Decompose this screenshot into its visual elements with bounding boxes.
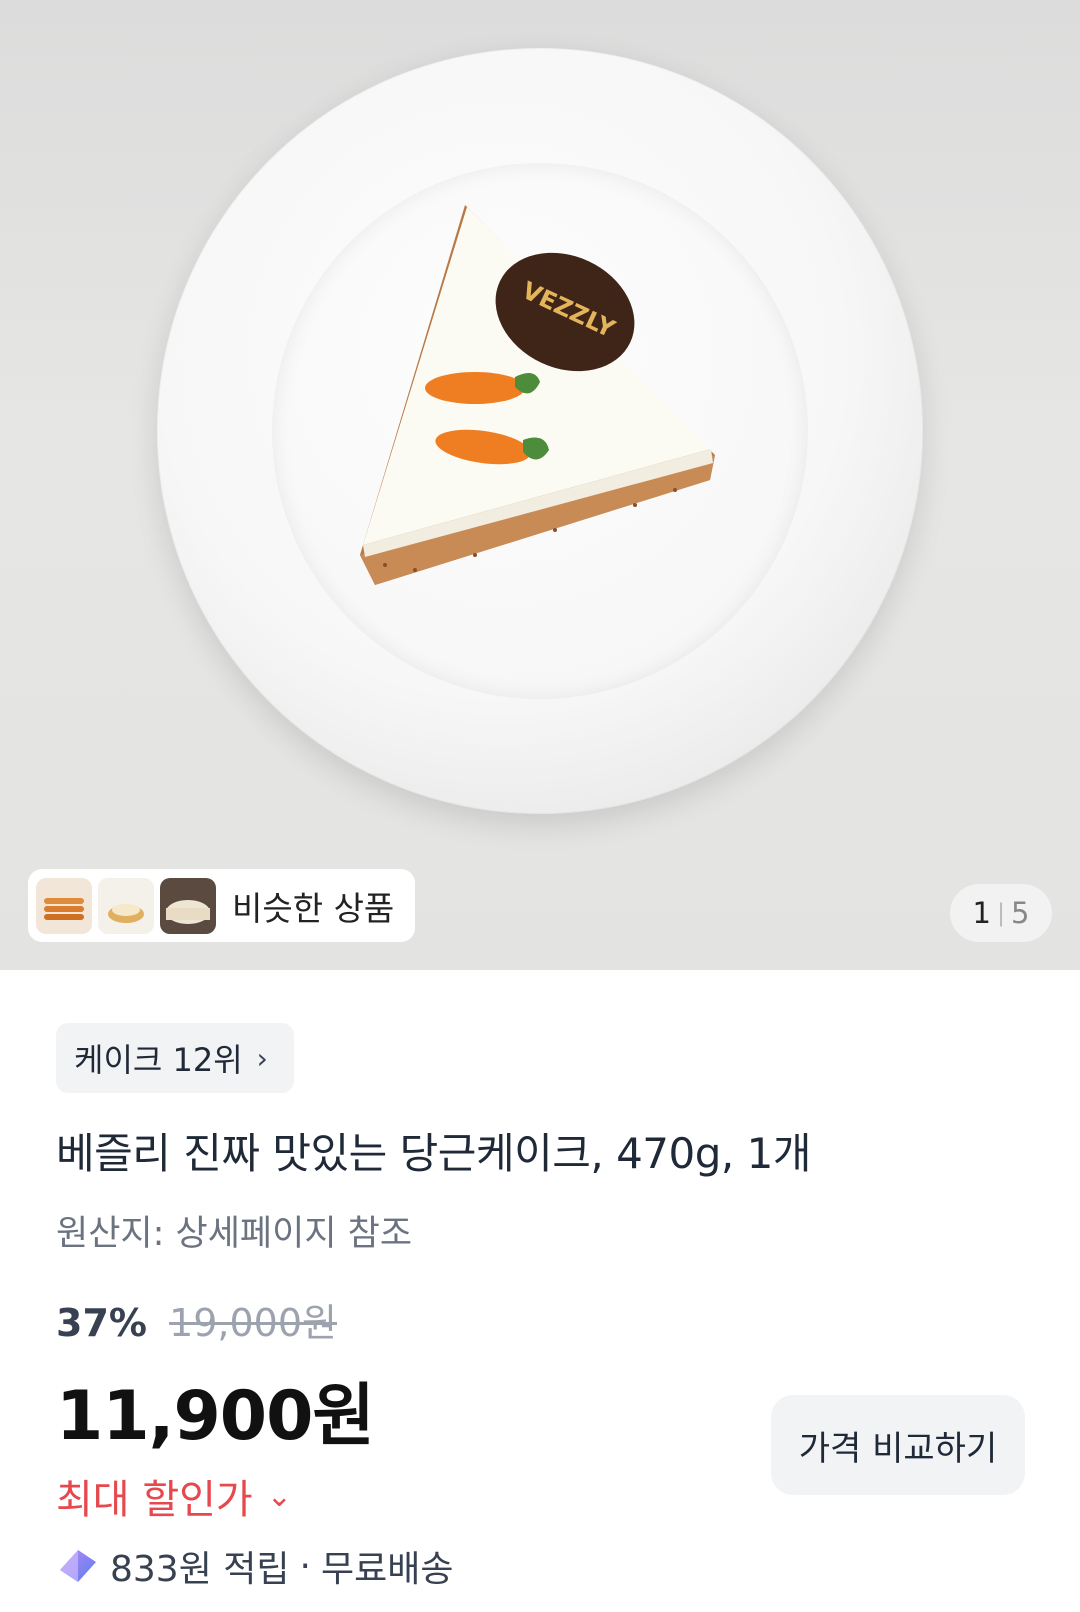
similar-thumb-3: [160, 877, 216, 934]
discount-row: 37% 19,000원: [56, 1292, 337, 1347]
image-counter: 1 | 5: [950, 884, 1052, 942]
reward-gem-icon: [60, 1550, 96, 1582]
original-price: 19,000원: [169, 1301, 337, 1345]
max-discount-toggle[interactable]: 최대 할인가 ⌄: [56, 1467, 292, 1525]
shipping-info: 무료배송: [320, 1549, 454, 1590]
counter-current: 1: [972, 896, 991, 930]
category-rank-chip[interactable]: 케이크 12위 ›: [56, 1023, 294, 1093]
reward-shipping-row: 833원 적립 · 무료배송: [56, 1540, 453, 1592]
reward-points: 833원 적립: [110, 1549, 290, 1590]
carrot-cake-image: VEZZLY: [360, 205, 715, 585]
counter-total: 5: [1011, 896, 1030, 930]
product-image-gallery[interactable]: VEZZLY 비슷한 상품 1 | 5: [0, 0, 1080, 970]
rank-label: 케이크 12위: [74, 1041, 243, 1079]
similar-products-label: 비슷한 상품: [232, 888, 395, 928]
origin-info: 원산지: 상세페이지 참조: [56, 1214, 413, 1254]
chevron-down-icon: ⌄: [266, 1478, 292, 1514]
separator-dot: ·: [299, 1545, 311, 1587]
max-discount-label: 최대 할인가: [56, 1477, 253, 1523]
compare-price-button[interactable]: 가격 비교하기: [771, 1395, 1025, 1495]
product-info: 케이크 12위 › 베즐리 진짜 맛있는 당근케이크, 470g, 1개 원산지…: [0, 970, 1080, 1612]
similar-thumb-2: [98, 877, 154, 934]
similar-products-button[interactable]: 비슷한 상품: [28, 869, 415, 942]
discount-percent: 37%: [56, 1301, 147, 1345]
chevron-right-icon: ›: [256, 1041, 268, 1075]
product-title: 베즐리 진짜 맛있는 당근케이크, 470g, 1개: [56, 1129, 811, 1178]
sale-price: 11,900원: [56, 1377, 375, 1456]
similar-thumb-1: [36, 877, 92, 934]
